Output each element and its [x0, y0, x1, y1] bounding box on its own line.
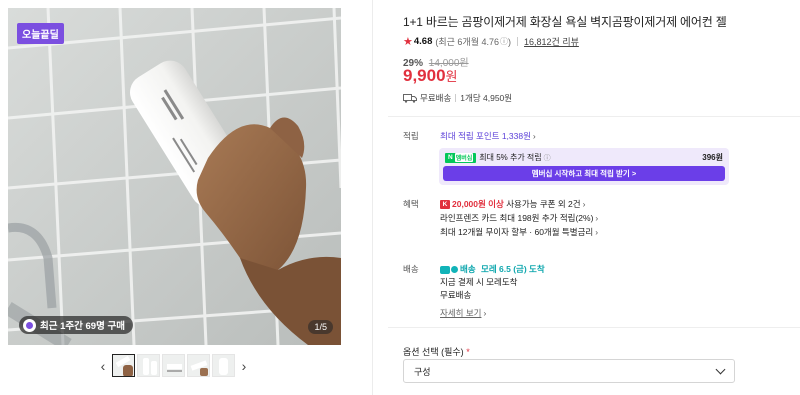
membership-row: N 멤버십 최대 5% 추가 적립 ⓘ [445, 152, 551, 163]
membership-text: 최대 5% 추가 적립 [479, 153, 542, 162]
membership-box: N 멤버십 최대 5% 추가 적립 ⓘ 396원 멤버십 시작하고 최대 적립 받… [439, 148, 729, 185]
coupon-icon: K [440, 200, 450, 210]
delivery-badge-text: 배송 [460, 264, 476, 274]
thumbnail-1[interactable] [112, 354, 135, 377]
arrival-date: 모레 6.5 (금) 도착 [481, 264, 545, 274]
product-photo [8, 8, 341, 345]
membership-amount: 396원 [702, 153, 723, 162]
section-divider [388, 116, 800, 117]
installment-line[interactable]: 최대 12개월 무이자 할부 · 60개월 특별금리 › [440, 226, 598, 238]
unit-price: 1개당 4,950원 [460, 93, 513, 103]
column-divider [372, 0, 373, 395]
sale-price: 9,900원 [403, 66, 458, 86]
rating-recent: (최근 6개월 4.76 [435, 37, 500, 47]
thumbnail-2[interactable] [137, 354, 160, 377]
delivery-badge-icon [440, 265, 458, 274]
star-icon: ★ [403, 36, 413, 48]
option-label-text: 옵션 선택 (필수) [403, 347, 464, 357]
coupon-highlight: 20,000원 이상 [452, 199, 504, 209]
delivery-label: 배송 [403, 264, 419, 274]
delivery-line: 배송 모레 6.5 (금) 도착 [440, 263, 545, 275]
shipping-row: 무료배송 1개당 4,950원 [403, 92, 512, 104]
max-points-text: 최대 적립 포인트 1,338원 [440, 131, 531, 141]
info-icon[interactable]: ⓘ [500, 36, 508, 47]
info-icon[interactable]: ⓘ [544, 153, 551, 163]
sale-price-unit: 원 [445, 69, 458, 84]
review-count-link[interactable]: 16,812건 리뷰 [524, 35, 579, 48]
sale-price-value: 9,900 [403, 66, 446, 85]
delivery-fee: 무료배송 [440, 290, 472, 300]
image-pager: 1/5 [308, 320, 333, 334]
option-label: 옵션 선택 (필수) * [403, 345, 470, 358]
thumbnail-3[interactable] [162, 354, 185, 377]
pay-note: 지금 결제 시 모레도착 [440, 277, 518, 287]
thumbnail-4[interactable] [187, 354, 210, 377]
card-benefit-text: 라인프렌즈 카드 최대 198원 추가 적립(2%) [440, 213, 594, 223]
max-points-link[interactable]: 최대 적립 포인트 1,338원 › [440, 130, 536, 142]
coupon-text: 사용가능 쿠폰 외 2건 [503, 199, 581, 209]
rating-score: 4.68 [413, 36, 433, 47]
benefits-label: 혜택 [403, 199, 419, 209]
shopping-bag-icon [23, 318, 36, 332]
thumbnail-5[interactable] [212, 354, 235, 377]
rating-row: ★ 4.68 (최근 6개월 4.76 ⓘ) 16,812건 리뷰 [403, 35, 579, 48]
thumbnail-strip: ‹ › [96, 354, 251, 377]
shipping-fee: 무료배송 [420, 93, 452, 103]
truck-icon [403, 93, 417, 103]
product-title: 1+1 바르는 곰팡이제거제 화장실 욕실 벽지곰팡이제거제 에어컨 젤 [403, 15, 727, 29]
product-main-image[interactable]: 오늘끝딜 최근 1주간 69명 구매 1/5 [8, 8, 341, 345]
coupon-line[interactable]: K 20,000원 이상 사용가능 쿠폰 외 2건 › [440, 198, 585, 210]
chevron-right-icon[interactable]: › [237, 355, 251, 377]
option-select[interactable]: 구성 [403, 359, 735, 383]
section-divider [388, 327, 800, 328]
option-selected-value: 구성 [414, 366, 431, 377]
chevron-down-icon [715, 364, 726, 374]
points-label: 적립 [403, 131, 419, 141]
required-mark: * [466, 347, 470, 357]
membership-start-button[interactable]: 멤버십 시작하고 최대 적립 받기 > [443, 166, 725, 181]
npay-logo: N 멤버십 [445, 152, 477, 163]
card-benefit-line[interactable]: 라인프렌즈 카드 최대 198원 추가 적립(2%) › [440, 212, 598, 224]
installment-text: 최대 12개월 무이자 할부 · 60개월 특별금리 [440, 227, 594, 237]
delivery-detail-text: 자세히 보기 [440, 308, 482, 318]
today-deal-badge: 오늘끝딜 [17, 23, 64, 44]
recent-buyers-text: 최근 1주간 69명 구매 [40, 321, 125, 332]
recent-buyers-badge: 최근 1주간 69명 구매 [19, 316, 133, 334]
chevron-left-icon[interactable]: ‹ [96, 355, 110, 377]
delivery-detail-link[interactable]: 자세히 보기 › [440, 307, 486, 319]
